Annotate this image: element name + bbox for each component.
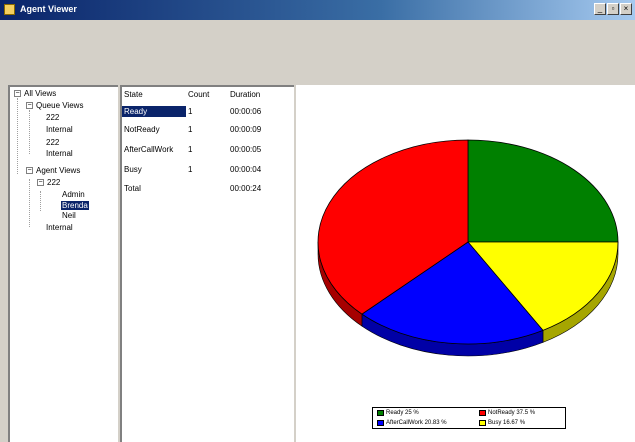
grid-cell-state[interactable]: Total: [124, 184, 141, 193]
tree-node-queue-views[interactable]: Queue Views: [36, 101, 83, 110]
state-grid: State Count Duration Ready 1 00:00:06 No…: [120, 85, 294, 442]
grid-cell-count: 1: [188, 125, 193, 134]
legend-label: Busy 16.67 %: [488, 420, 526, 426]
grid-cell-duration: 00:00:06: [230, 107, 262, 116]
grid-cell-duration: 00:00:24: [230, 184, 262, 193]
close-button[interactable]: ×: [620, 3, 632, 15]
window-title: Agent Viewer: [20, 4, 77, 14]
legend-swatch: [479, 410, 486, 416]
column-header-state[interactable]: State: [124, 90, 143, 99]
tree-node-agent-group[interactable]: 222: [47, 178, 60, 187]
tree-line: [17, 98, 18, 174]
tree-line: [29, 179, 30, 227]
legend-swatch: [377, 410, 384, 416]
tree-node-queue[interactable]: Internal: [46, 125, 73, 134]
app-icon: [4, 4, 15, 15]
grid-cell-state[interactable]: NotReady: [124, 125, 160, 134]
collapse-icon[interactable]: −: [37, 179, 44, 186]
pie-slice: [467, 139, 619, 243]
legend-swatch: [377, 420, 384, 426]
grid-cell-count: 1: [188, 165, 193, 174]
tree-node-agent[interactable]: Neil: [62, 211, 76, 220]
maximize-button[interactable]: ▫: [607, 3, 619, 15]
tree-node-agent[interactable]: Admin: [62, 190, 85, 199]
chart-legend: Ready 25 % NotReady 37.5 % AfterCallWork…: [372, 407, 566, 429]
pie-chart-panel: Ready 25 % NotReady 37.5 % AfterCallWork…: [296, 85, 635, 442]
legend-item: Ready 25 %: [377, 410, 419, 416]
tree-node-agent-selected[interactable]: Brenda: [61, 201, 89, 210]
tree-line: [29, 110, 30, 154]
grid-cell-duration: 00:00:05: [230, 145, 262, 154]
minimize-button[interactable]: _: [594, 3, 606, 15]
grid-cell-duration: 00:00:09: [230, 125, 262, 134]
tree-node-all-views[interactable]: All Views: [24, 89, 56, 98]
toolbar-area: [8, 20, 635, 85]
column-header-count[interactable]: Count: [188, 90, 209, 99]
collapse-icon[interactable]: −: [26, 102, 33, 109]
tree-node-queue[interactable]: 222: [46, 113, 59, 122]
legend-label: AfterCallWork 20.83 %: [386, 420, 447, 426]
grid-cell-state[interactable]: Ready: [122, 106, 186, 117]
grid-cell-duration: 00:00:04: [230, 165, 262, 174]
legend-label: NotReady 37.5 %: [488, 410, 536, 416]
tree-line: [40, 191, 41, 211]
legend-item: Busy 16.67 %: [479, 420, 525, 426]
grid-cell-count: 1: [188, 107, 193, 116]
tree-node-agent-views[interactable]: Agent Views: [36, 166, 80, 175]
legend-item: NotReady 37.5 %: [479, 410, 535, 416]
grid-cell-count: 1: [188, 145, 193, 154]
grid-cell-state[interactable]: AfterCallWork: [124, 145, 173, 154]
collapse-icon[interactable]: −: [14, 90, 21, 97]
pie-chart: [317, 139, 619, 357]
grid-cell-state[interactable]: Busy: [124, 165, 142, 174]
legend-swatch: [479, 420, 486, 426]
legend-item: AfterCallWork 20.83 %: [377, 420, 447, 426]
collapse-icon[interactable]: −: [26, 167, 33, 174]
column-header-duration[interactable]: Duration: [230, 90, 260, 99]
tree-node-queue[interactable]: Internal: [46, 149, 73, 158]
tree-node-internal[interactable]: Internal: [46, 223, 73, 232]
tree-node-queue[interactable]: 222: [46, 138, 59, 147]
views-tree[interactable]: − All Views − Queue Views 222 Internal 2…: [8, 85, 118, 442]
title-bar: Agent Viewer _ ▫ ×: [0, 0, 635, 20]
legend-label: Ready 25 %: [386, 410, 419, 416]
